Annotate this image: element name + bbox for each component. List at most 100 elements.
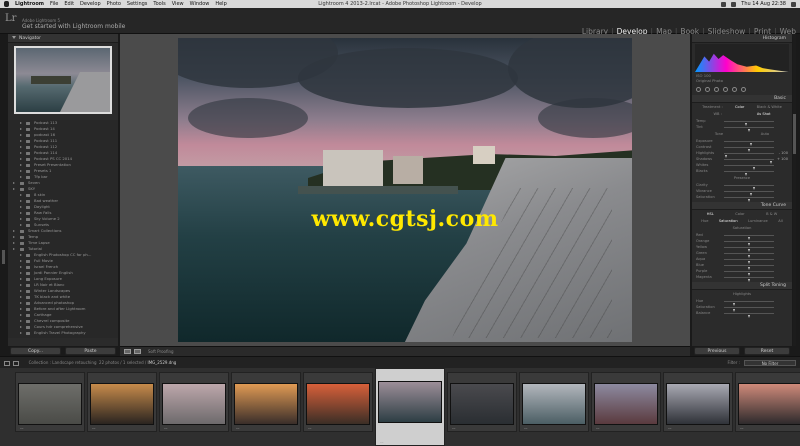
disclosure-triangle-icon[interactable] <box>20 140 22 142</box>
source-path[interactable]: Collection : Landscape retouching 22 pho… <box>29 360 177 365</box>
disclosure-triangle-icon[interactable] <box>20 218 22 220</box>
slider-balance[interactable]: Balance <box>692 310 792 318</box>
rating-dots[interactable]: ··· <box>740 426 744 432</box>
filter-select[interactable]: No Filter <box>744 360 796 366</box>
disclosure-triangle-icon[interactable] <box>20 146 22 148</box>
slider-magenta[interactable]: Magenta <box>692 274 792 282</box>
slider-track[interactable] <box>724 197 774 202</box>
filmstrip-thumbnail[interactable]: ··· <box>87 372 157 432</box>
hsl-subtab-saturation[interactable]: Saturation <box>719 218 738 224</box>
slider-track[interactable] <box>724 191 774 196</box>
disclosure-triangle-icon[interactable] <box>20 170 22 172</box>
slider-blacks[interactable]: Blacks <box>692 168 792 176</box>
filmstrip-thumbnail[interactable]: ··· <box>735 372 800 432</box>
filmstrip-thumbnail[interactable]: ··· <box>591 372 661 432</box>
slider-knob[interactable] <box>747 198 750 202</box>
battery-icon[interactable] <box>731 1 737 7</box>
disclosure-triangle-icon[interactable] <box>13 248 15 250</box>
rating-dots[interactable]: ··· <box>164 426 168 432</box>
menu-edit[interactable]: Edit <box>64 1 74 7</box>
histogram-header[interactable]: Histogram <box>692 34 792 43</box>
before-after-icon[interactable] <box>134 349 141 354</box>
menu-window[interactable]: Window <box>190 1 210 7</box>
crop-icon[interactable] <box>696 86 701 92</box>
slider-track[interactable] <box>724 235 774 240</box>
wb-select[interactable]: As Shot <box>757 111 771 117</box>
disclosure-triangle-icon[interactable] <box>13 188 15 190</box>
spot-removal-icon[interactable] <box>705 86 710 92</box>
disclosure-triangle-icon[interactable] <box>20 158 22 160</box>
reset-button[interactable]: Reset <box>744 347 790 355</box>
slider-knob[interactable] <box>747 128 750 132</box>
slider-track[interactable] <box>724 265 774 270</box>
rating-dots[interactable]: ··· <box>380 440 384 446</box>
disclosure-triangle-icon[interactable] <box>20 254 22 256</box>
paste-button[interactable]: Paste <box>65 347 116 355</box>
slider-track[interactable] <box>724 277 774 282</box>
filmstrip-thumbnail[interactable]: ··· <box>447 372 517 432</box>
original-photo-checkbox[interactable]: Original Photo <box>692 78 792 83</box>
menu-file[interactable]: File <box>50 1 58 7</box>
slider-track[interactable] <box>724 185 774 190</box>
second-window-icon[interactable] <box>13 360 20 366</box>
slider-track[interactable] <box>724 271 774 276</box>
auto-tone-button[interactable]: Auto <box>761 131 769 137</box>
filmstrip-thumbnail[interactable]: ··· <box>303 372 373 432</box>
split-toning-header[interactable]: Split Toning <box>692 282 792 290</box>
slider-track[interactable] <box>724 159 774 164</box>
disclosure-triangle-icon[interactable] <box>13 236 15 238</box>
slider-tint[interactable]: Tint <box>692 124 792 132</box>
disclosure-triangle-icon[interactable] <box>13 242 15 244</box>
slider-track[interactable] <box>724 241 774 246</box>
slider-track[interactable] <box>724 127 774 132</box>
slider-track[interactable] <box>724 301 774 306</box>
hsl-tab-hsl[interactable]: HSL <box>707 211 714 217</box>
apple-icon[interactable] <box>4 1 9 7</box>
rating-dots[interactable]: ··· <box>596 426 600 432</box>
rating-dots[interactable]: ··· <box>452 426 456 432</box>
disclosure-triangle-icon[interactable] <box>20 164 22 166</box>
slider-track[interactable] <box>724 165 774 170</box>
radial-filter-icon[interactable] <box>732 86 737 92</box>
disclosure-triangle-icon[interactable] <box>20 296 22 298</box>
disclosure-triangle-icon[interactable] <box>20 332 22 334</box>
disclosure-triangle-icon[interactable] <box>20 128 22 130</box>
disclosure-triangle-icon[interactable] <box>20 260 22 262</box>
grid-view-icon[interactable] <box>4 360 10 366</box>
filmstrip-thumbnail[interactable]: ··· <box>15 372 85 432</box>
rating-dots[interactable]: ··· <box>668 426 672 432</box>
rating-dots[interactable]: ··· <box>308 426 312 432</box>
disclosure-triangle-icon[interactable] <box>20 134 22 136</box>
menu-app[interactable]: Lightroom <box>15 1 44 7</box>
disclosure-triangle-icon[interactable] <box>20 320 22 322</box>
identity-mobile-link[interactable]: Get started with Lightroom mobile <box>22 23 125 30</box>
slider-track[interactable] <box>724 121 774 126</box>
slider-track[interactable] <box>724 313 774 318</box>
filmstrip-thumbnail[interactable]: ··· <box>519 372 589 432</box>
slider-knob[interactable] <box>745 172 747 176</box>
spotlight-icon[interactable] <box>791 1 796 7</box>
main-photo[interactable]: www.cgtsj.com <box>178 38 632 342</box>
hsl-subtab-all[interactable]: All <box>778 218 782 224</box>
slider-track[interactable] <box>724 259 774 264</box>
adjustment-brush-icon[interactable] <box>741 86 746 92</box>
menu-help[interactable]: Help <box>215 1 226 7</box>
menu-develop[interactable]: Develop <box>80 1 101 7</box>
soft-proofing-checkbox[interactable]: Soft Proofing <box>148 349 174 354</box>
disclosure-triangle-icon[interactable] <box>20 284 22 286</box>
slider-track[interactable] <box>724 247 774 252</box>
slider-track[interactable] <box>724 153 774 158</box>
hsl-subtab-luminance[interactable]: Luminance <box>748 218 768 224</box>
disclosure-triangle-icon[interactable] <box>13 182 15 184</box>
slider-track[interactable] <box>724 141 774 146</box>
right-panel-scrollbar[interactable] <box>793 34 796 346</box>
disclosure-triangle-icon[interactable] <box>20 224 22 226</box>
treatment-color[interactable]: Color <box>735 104 744 110</box>
disclosure-triangle-icon[interactable] <box>20 194 22 196</box>
treatment-bw[interactable]: Black & White <box>757 104 782 110</box>
filmstrip-thumbnail[interactable]: ··· <box>159 372 229 432</box>
disclosure-triangle-icon[interactable] <box>20 212 22 214</box>
copy-button[interactable]: Copy... <box>10 347 61 355</box>
filmstrip-thumbnail[interactable]: ··· <box>375 368 445 446</box>
disclosure-triangle-icon[interactable] <box>20 152 22 154</box>
